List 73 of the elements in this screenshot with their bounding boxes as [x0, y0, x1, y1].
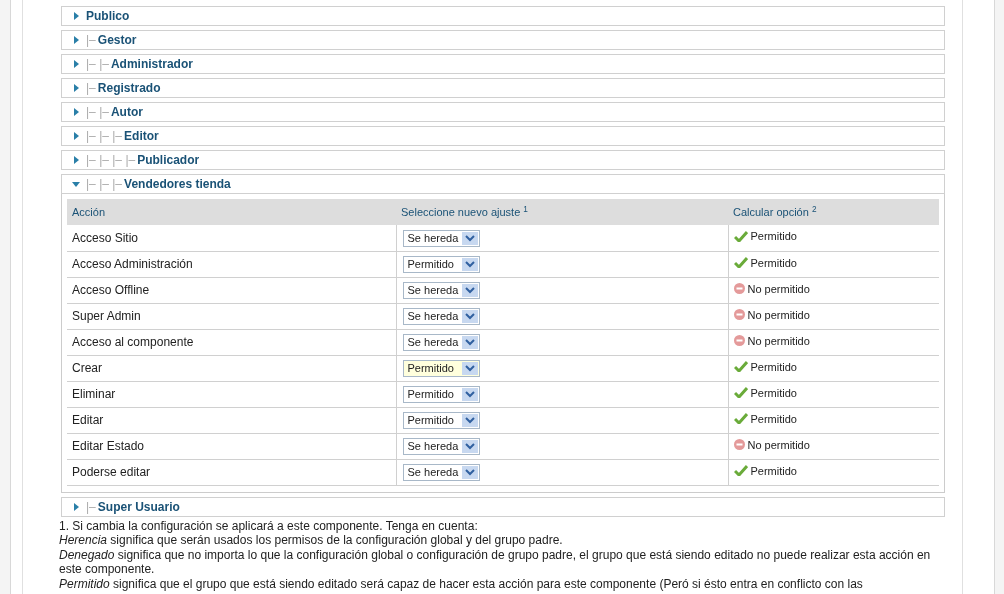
- status-text: Permitido: [750, 385, 797, 401]
- table-cell: Editar: [67, 407, 396, 433]
- status-text: Permitido: [750, 463, 797, 479]
- select-dropdown[interactable]: Permitido: [402, 385, 480, 403]
- chevron-down-icon: [461, 257, 478, 271]
- chevron-down-icon: [461, 231, 478, 245]
- tree-prefix: |– |–: [86, 104, 109, 121]
- chevron-down-icon: [461, 387, 478, 401]
- footnote-text: Permitido significa que el grupo que está siendo editado será capaz de hacer esta acción para este componente (Peró si ésto entra en conflicto con las: [59, 576, 864, 591]
- table-cell: Acceso al componente: [67, 329, 396, 355]
- select-dropdown[interactable]: Se hereda: [402, 307, 480, 325]
- select-dropdown[interactable]: Se hereda: [402, 229, 480, 247]
- select-dropdown[interactable]: Permitido: [402, 359, 480, 377]
- table-cell: Crear: [67, 355, 396, 381]
- group-header[interactable]: Publico: [61, 6, 945, 26]
- group-header[interactable]: |– |– |– Vendedores tienda: [61, 174, 945, 194]
- caret-right-icon: [72, 132, 80, 140]
- footnote-text: Denegado significa que no importa lo que la configuración global o configuración de grupo padre, el grupo que está siendo editado no puede realizar esta acción en este componente.: [59, 547, 932, 577]
- caret-down-icon: [72, 180, 80, 188]
- table-cell: Acceso Sitio: [67, 225, 396, 251]
- table-cell: Super Admin: [67, 303, 396, 329]
- caret-right-icon: [72, 502, 80, 511]
- status-text: No permitido: [747, 281, 810, 297]
- chevron-down-icon: [461, 283, 478, 297]
- group-header[interactable]: |– |– Administrador: [61, 54, 945, 74]
- status-text: Permitido: [750, 255, 797, 271]
- chevron-down-icon: [461, 465, 478, 479]
- table-cell: Acceso Offline: [67, 277, 396, 303]
- select-dropdown[interactable]: Se hereda: [402, 463, 480, 481]
- group-header[interactable]: |– |– Autor: [61, 102, 945, 122]
- table-cell: Poderse editar: [67, 459, 396, 485]
- tree-prefix: |–: [86, 498, 96, 516]
- group-header[interactable]: |– |– |– Editor: [61, 126, 945, 146]
- chevron-down-icon: [461, 413, 478, 427]
- status-text: Permitido: [750, 411, 797, 427]
- chevron-down-icon: [461, 439, 478, 453]
- footnote-text: 1. Si cambia la configuración se aplicará a este componente. Tenga en cuenta:: [59, 518, 479, 533]
- column-header: Acción: [67, 199, 396, 225]
- status-text: No permitido: [747, 333, 810, 349]
- status-text: No permitido: [747, 437, 810, 453]
- select-dropdown[interactable]: Se hereda: [402, 437, 480, 455]
- tree-prefix: |– |–: [86, 56, 109, 73]
- tree-prefix: |– |– |–: [86, 128, 123, 145]
- caret-right-icon: [72, 156, 80, 164]
- chevron-down-icon: [461, 335, 478, 349]
- tree-prefix: |– |– |–: [86, 176, 123, 193]
- select-dropdown[interactable]: Permitido: [402, 411, 480, 429]
- group-header[interactable]: |– Registrado: [61, 78, 945, 98]
- tree-prefix: |–: [86, 32, 96, 49]
- group-header[interactable]: |– Gestor: [61, 30, 945, 50]
- caret-right-icon: [72, 36, 80, 44]
- caret-right-icon: [72, 84, 80, 92]
- select-dropdown[interactable]: Se hereda: [402, 281, 480, 299]
- select-dropdown[interactable]: Permitido: [402, 255, 480, 273]
- column-header: Seleccione nuevo ajuste $^{1}$: [396, 199, 728, 225]
- chevron-down-icon: [461, 309, 478, 323]
- tree-prefix: |– |– |– |–: [86, 152, 136, 169]
- tree-prefix: |–: [86, 80, 96, 97]
- table-cell: Eliminar: [67, 381, 396, 407]
- caret-right-icon: [72, 60, 80, 68]
- select-dropdown[interactable]: Se hereda: [402, 333, 480, 351]
- table-cell: Editar Estado: [67, 433, 396, 459]
- status-text: No permitido: [747, 307, 810, 323]
- chevron-down-icon: [461, 361, 478, 375]
- caret-right-icon: [72, 12, 80, 20]
- group-header[interactable]: |– Super Usuario: [61, 496, 945, 517]
- column-header: Calcular opción $^{2}$: [728, 199, 939, 225]
- group-header[interactable]: |– |– |– |– Publicador: [61, 150, 945, 170]
- footnote-text: Herencia significa que serán usados los permisos de la configuración global y del grupo padre.: [59, 533, 564, 548]
- status-text: Permitido: [750, 229, 797, 245]
- table-cell: Acceso Administración: [67, 251, 396, 277]
- caret-right-icon: [72, 108, 80, 116]
- status-text: Permitido: [750, 359, 797, 375]
